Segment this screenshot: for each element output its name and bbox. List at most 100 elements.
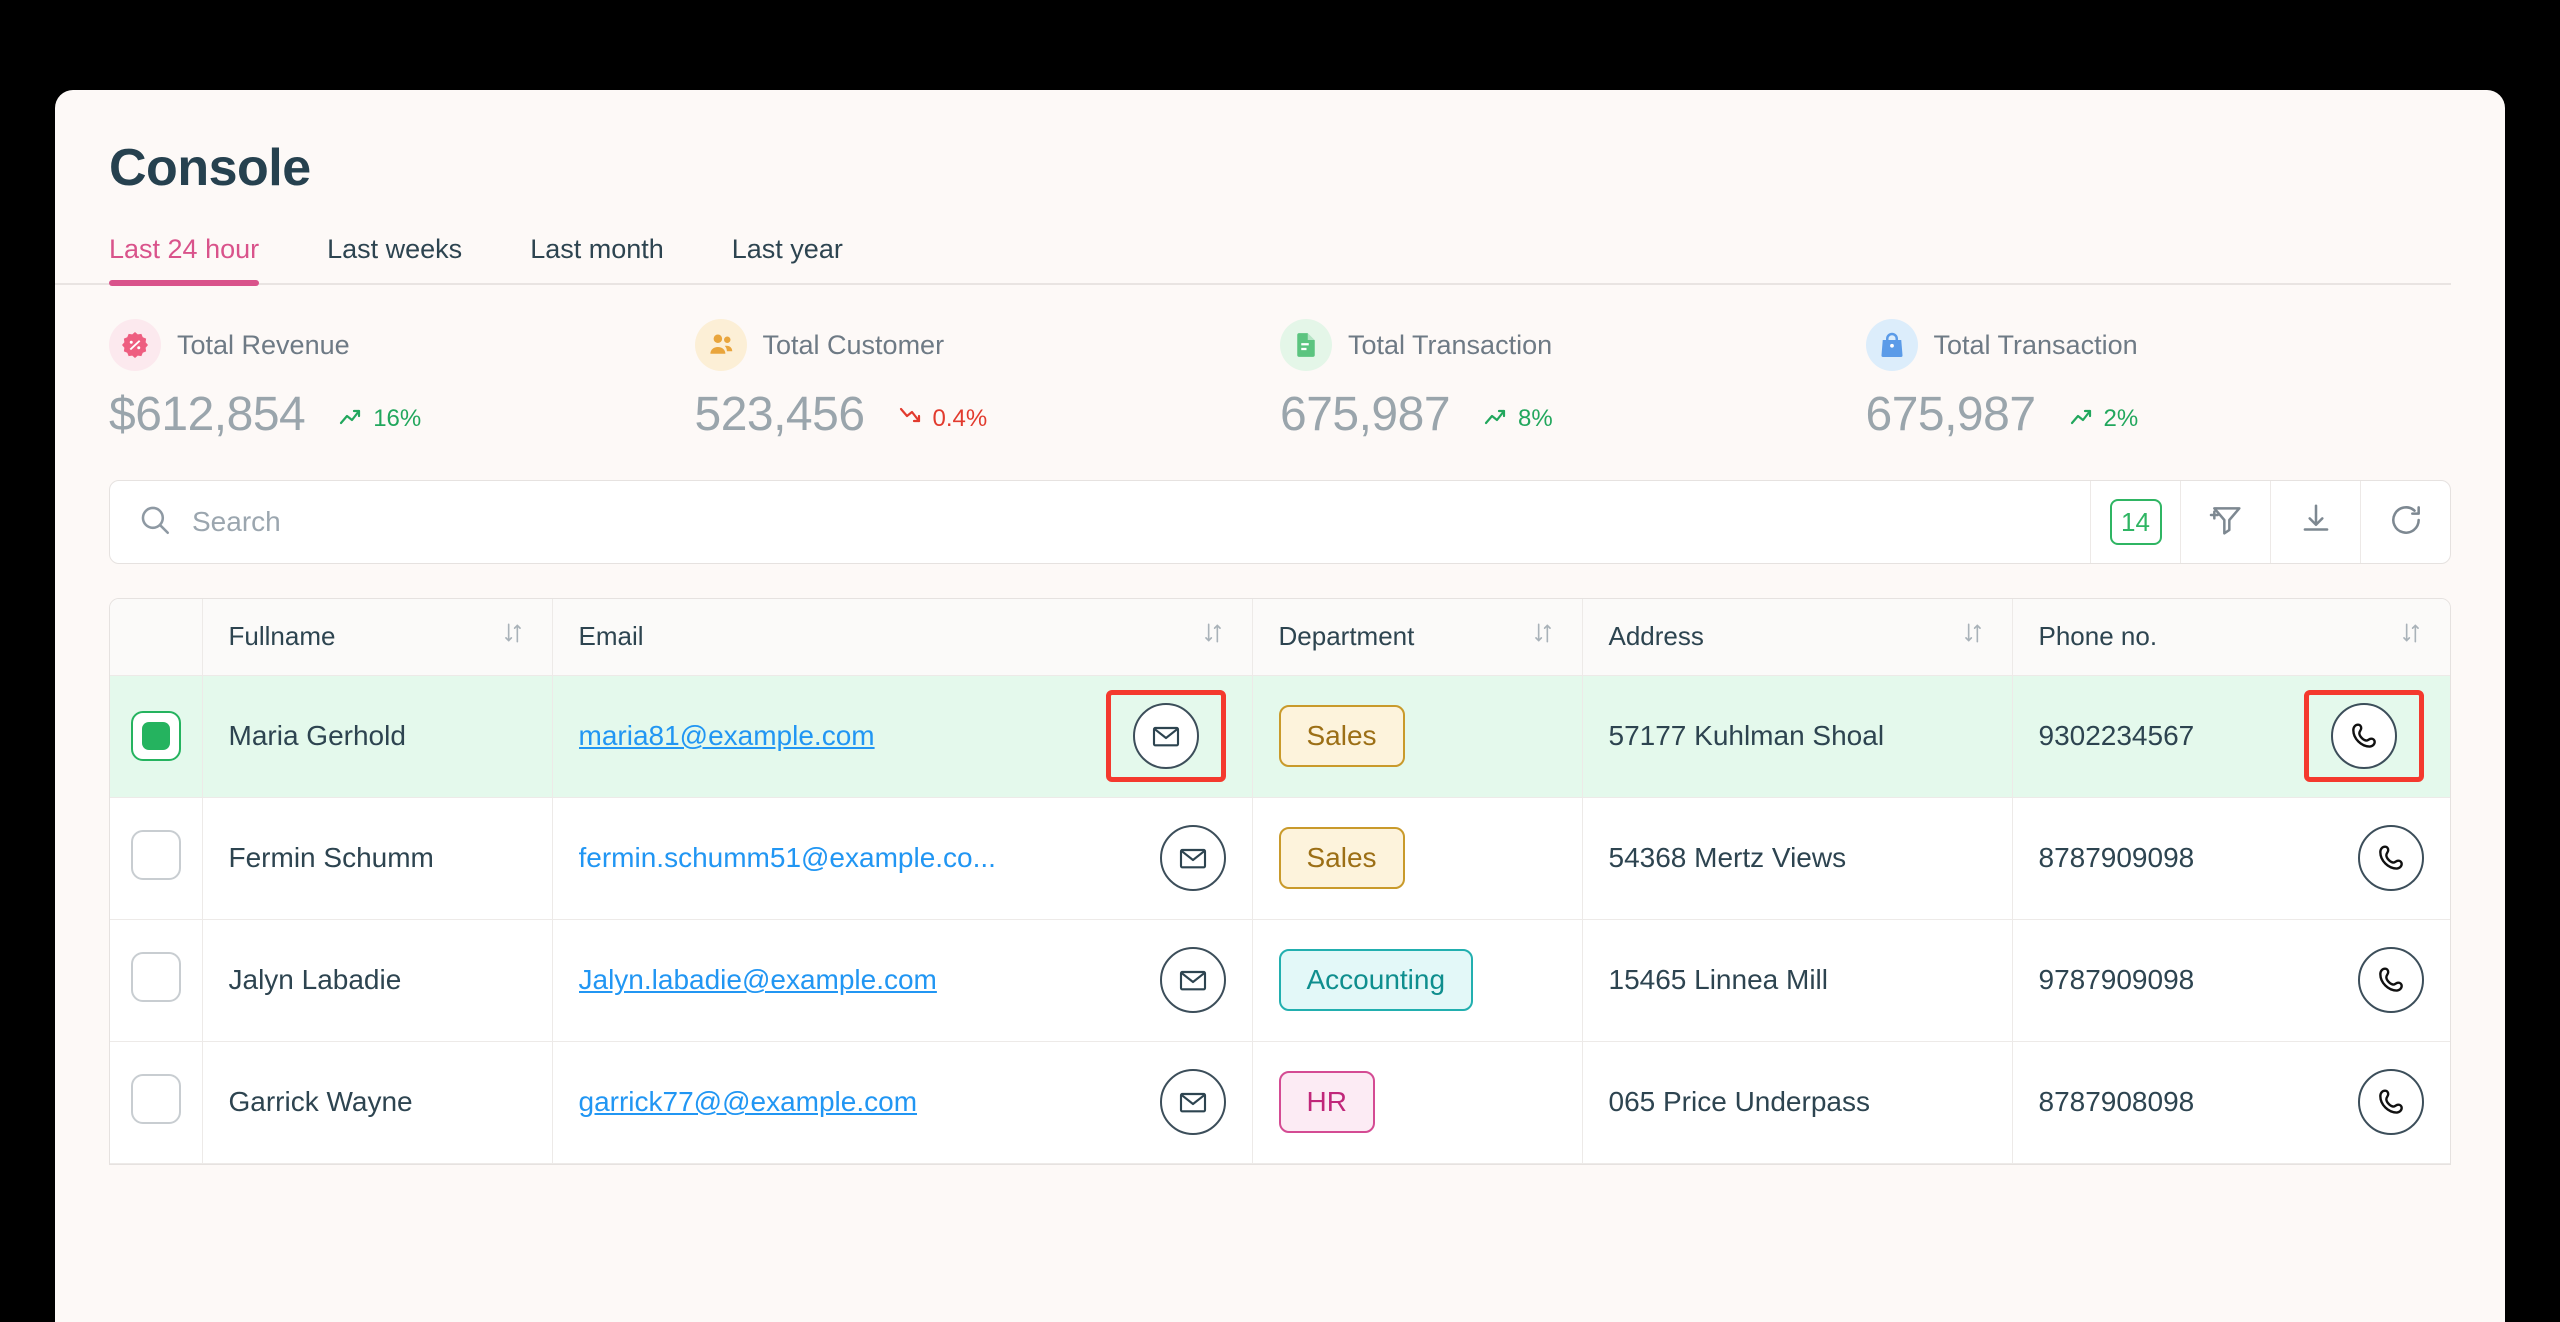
- tab-last-year[interactable]: Last year: [732, 234, 843, 283]
- cell-email: fermin.schumm51@example.co...: [552, 797, 1253, 920]
- email-link[interactable]: fermin.schumm51@example.co...: [579, 842, 996, 874]
- sort-icon[interactable]: [1960, 620, 1986, 653]
- table-row[interactable]: Jalyn Labadie Jalyn.labadie@example.com Ac…: [110, 919, 2450, 1042]
- call-button[interactable]: [2331, 703, 2397, 769]
- email-link[interactable]: maria81@example.com: [579, 720, 875, 752]
- search-input[interactable]: [192, 506, 2090, 538]
- call-button[interactable]: [2358, 947, 2424, 1013]
- column-header-fullname[interactable]: Fullname: [202, 599, 553, 676]
- filter-button[interactable]: [2180, 481, 2270, 563]
- department-tag: Sales: [1278, 827, 1405, 889]
- search-toolbar: 14: [109, 480, 2451, 564]
- stat-card: Total Transaction 675,987 2%: [1865, 319, 2452, 442]
- cell-department: HR: [1252, 1041, 1583, 1164]
- call-button[interactable]: [2358, 1069, 2424, 1135]
- stat-delta-value: 8%: [1518, 405, 1553, 432]
- cell-phone: 8787909098: [2012, 797, 2450, 920]
- row-checkbox[interactable]: [130, 1073, 181, 1124]
- row-select-cell[interactable]: [110, 1041, 203, 1164]
- trend-up-icon: [1484, 405, 1510, 433]
- cell-email: Jalyn.labadie@example.com: [552, 919, 1253, 1042]
- call-button[interactable]: [2358, 825, 2424, 891]
- phone-number: 8787908098: [2038, 1086, 2195, 1117]
- stat-delta: 8%: [1484, 405, 1553, 442]
- users-icon: [694, 319, 747, 371]
- trend-up-icon: [2070, 405, 2096, 433]
- send-email-button[interactable]: [1159, 947, 1226, 1013]
- download-button[interactable]: [2270, 481, 2360, 563]
- sort-icon[interactable]: [500, 620, 526, 653]
- trend-up-icon: [339, 405, 365, 433]
- filter-add-icon: [2206, 500, 2246, 545]
- row-checkbox[interactable]: [130, 951, 181, 1002]
- stat-delta: 2%: [2070, 405, 2139, 442]
- column-label: Fullname: [228, 621, 336, 652]
- column-label: Email: [578, 621, 644, 652]
- select-all-header: [110, 599, 203, 676]
- percent-badge-icon: [109, 319, 161, 371]
- row-select-cell[interactable]: [110, 675, 203, 798]
- email-action-highlight: [1105, 690, 1226, 782]
- cell-fullname: Fermin Schumm: [202, 797, 553, 920]
- cell-address: 57177 Kuhlman Shoal: [1582, 675, 2013, 798]
- console-panel: Console Last 24 hour Last weeks Last month…: [55, 90, 2505, 1322]
- column-label: Phone no.: [2038, 621, 2158, 652]
- stat-delta: 0.4%: [899, 405, 988, 442]
- column-label: Department: [1278, 621, 1415, 652]
- department-tag: Accounting: [1278, 949, 1474, 1011]
- page-title: Console: [109, 139, 311, 197]
- stat-delta-value: 0.4%: [932, 405, 988, 432]
- document-icon: [1280, 319, 1332, 371]
- time-range-tabs: Last 24 hour Last weeks Last month Last yea…: [55, 198, 2451, 286]
- cell-fullname: Garrick Wayne: [202, 1041, 553, 1164]
- phone-number: 8787909098: [2038, 842, 2195, 873]
- stat-value: 675,987: [1280, 388, 1451, 441]
- department-tag: HR: [1278, 1071, 1375, 1133]
- stat-value: 523,456: [694, 388, 866, 441]
- result-count-button[interactable]: 14: [2090, 481, 2180, 563]
- column-header-phone[interactable]: Phone no.: [2012, 599, 2450, 676]
- stat-card: Total Customer 523,456 0.4%: [694, 319, 1281, 442]
- send-email-button[interactable]: [1159, 1069, 1226, 1135]
- row-select-cell[interactable]: [110, 797, 203, 920]
- table-row[interactable]: Fermin Schumm fermin.schumm51@example.co.…: [110, 797, 2450, 920]
- cell-phone: 8787908098: [2012, 1041, 2450, 1164]
- row-select-cell[interactable]: [110, 919, 203, 1042]
- stat-card: Total Transaction 675,987 8%: [1280, 319, 1866, 442]
- phone-action-highlight: [2304, 690, 2424, 782]
- tab-last-24-hour[interactable]: Last 24 hour: [109, 234, 260, 286]
- column-header-address[interactable]: Address: [1582, 599, 2013, 676]
- row-checkbox[interactable]: [130, 829, 181, 880]
- cell-address: 065 Price Underpass: [1582, 1041, 2013, 1164]
- send-email-button[interactable]: [1159, 825, 1226, 891]
- table-header-row: Fullname Email Department Address Phone no.: [110, 599, 2450, 676]
- sort-icon[interactable]: [1200, 620, 1226, 653]
- email-link[interactable]: Jalyn.labadie@example.com: [579, 964, 937, 996]
- tab-last-month[interactable]: Last month: [530, 234, 664, 283]
- refresh-button[interactable]: [2360, 481, 2450, 563]
- cell-email: garrick77@@example.com: [552, 1041, 1253, 1164]
- stats-row: Total Revenue $612,854 16% Total Customer 52…: [55, 285, 2505, 442]
- stat-delta-value: 2%: [2103, 405, 2139, 432]
- refresh-icon: [2387, 501, 2425, 544]
- sort-icon[interactable]: [2398, 620, 2424, 653]
- column-header-email[interactable]: Email: [552, 599, 1253, 676]
- tab-last-weeks[interactable]: Last weeks: [327, 234, 462, 283]
- data-table: Fullname Email Department Address Phone no. …: [109, 598, 2451, 1165]
- cell-address: 15465 Linnea Mill: [1582, 919, 2013, 1042]
- cell-fullname: Maria Gerhold: [202, 675, 553, 798]
- search-field[interactable]: [110, 481, 2090, 563]
- table-row[interactable]: Maria Gerhold maria81@example.com Sales 571…: [110, 675, 2450, 798]
- stat-label: Total Revenue: [177, 329, 350, 360]
- phone-number: 9787909098: [2038, 964, 2195, 995]
- stat-delta-value: 16%: [373, 405, 422, 432]
- email-link[interactable]: garrick77@@example.com: [579, 1086, 918, 1118]
- sort-icon[interactable]: [1530, 620, 1556, 653]
- stat-value: 675,987: [1865, 388, 2037, 441]
- cell-phone: 9787909098: [2012, 919, 2450, 1042]
- table-row[interactable]: Garrick Wayne garrick77@@example.com HR 065…: [110, 1041, 2450, 1164]
- search-icon: [138, 503, 172, 542]
- column-header-department[interactable]: Department: [1252, 599, 1583, 676]
- row-checkbox[interactable]: [130, 711, 181, 761]
- send-email-button[interactable]: [1132, 703, 1199, 769]
